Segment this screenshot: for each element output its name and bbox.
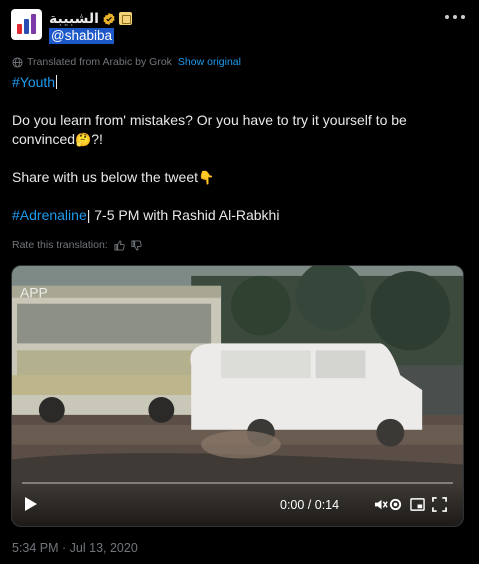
fullscreen-icon[interactable] [432, 497, 447, 512]
translation-label: Translated from Arabic by Grok [27, 56, 172, 68]
rate-label: Rate this translation: [12, 239, 108, 251]
name-row: الشبيبة [49, 10, 132, 27]
affiliate-badge-icon[interactable] [118, 12, 132, 25]
video-watermark: APP [20, 285, 48, 301]
thinking-emoji-icon: 🤔 [75, 132, 92, 147]
translation-note: Translated from Arabic by Grok Show orig… [12, 56, 241, 68]
text-caret [56, 75, 58, 89]
hashtag-youth[interactable]: #Youth [12, 74, 55, 90]
tweet-line-2: Share with us below the tweet [12, 169, 198, 185]
tweet-line-1: Do you learn from' mistakes? Or you have… [12, 112, 407, 147]
verified-badge-icon [103, 12, 115, 25]
display-name[interactable]: الشبيبة [49, 10, 99, 27]
tweet-header: الشبيبة @shabiba [11, 9, 471, 45]
tweet-timestamp[interactable]: 5:34 PM · Jul 13, 2020 [12, 541, 138, 555]
settings-gear-icon[interactable] [388, 497, 403, 512]
avatar[interactable] [11, 9, 42, 40]
thumbs-down-icon[interactable] [131, 239, 142, 251]
rate-translation: Rate this translation: [12, 239, 142, 251]
more-options-icon[interactable] [445, 15, 465, 21]
globe-icon [12, 56, 23, 68]
point-down-emoji-icon: 👇 [198, 170, 215, 185]
video-player[interactable]: APP 0:00 / 0:14 [11, 265, 464, 527]
account-handle[interactable]: @shabiba [49, 28, 114, 44]
video-controls: 0:00 / 0:14 [12, 482, 463, 526]
thumbs-up-icon[interactable] [114, 239, 125, 251]
mute-icon[interactable] [374, 497, 389, 512]
tweet-line-3: | 7-5 PM with Rashid Al-Rabkhi [86, 207, 280, 223]
tweet-text: #Youth Do you learn from' mistakes? Or y… [12, 73, 467, 225]
video-progress-bar[interactable] [22, 482, 453, 484]
picture-in-picture-icon[interactable] [410, 497, 425, 512]
show-original-link[interactable]: Show original [178, 56, 241, 68]
video-time: 0:00 / 0:14 [280, 498, 340, 512]
hashtag-adrenaline[interactable]: #Adrenaline [12, 207, 87, 223]
tweet-line-1-suffix: ?! [91, 131, 103, 147]
play-icon[interactable] [24, 496, 38, 512]
